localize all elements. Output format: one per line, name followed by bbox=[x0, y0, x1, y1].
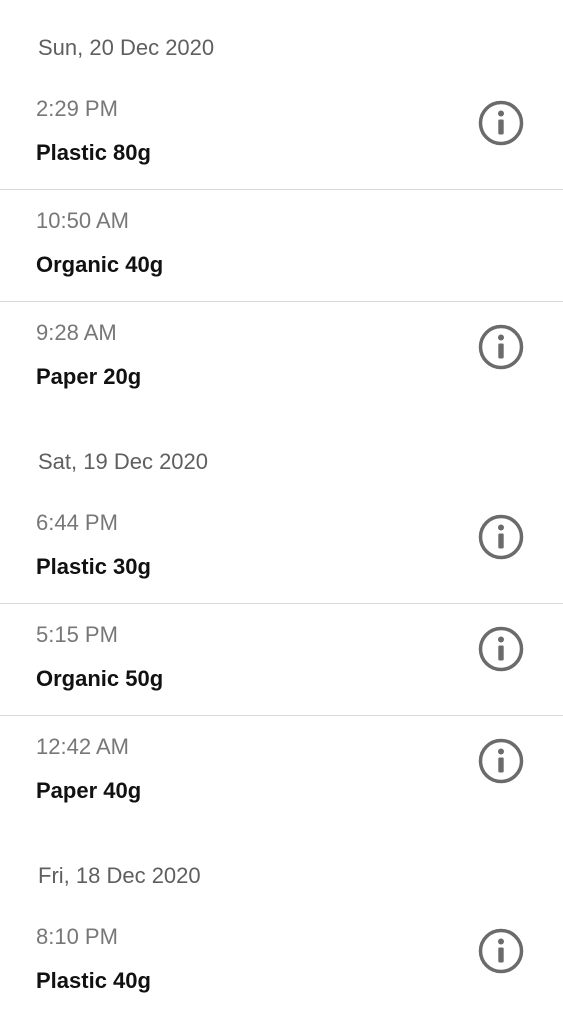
date-header: Fri, 18 Dec 2020 bbox=[38, 863, 201, 888]
entry-label: Organic 50g bbox=[36, 666, 164, 691]
date-header: Sun, 20 Dec 2020 bbox=[38, 35, 215, 60]
entry-time: 6:44 PM bbox=[36, 510, 118, 535]
list-item[interactable]: 12:42 AM Paper 40g bbox=[0, 716, 563, 828]
list-item[interactable]: 10:50 AM Organic 40g bbox=[0, 190, 563, 302]
list-item[interactable]: 9:28 AM Paper 20g bbox=[0, 302, 563, 414]
entry-label: Plastic 80g bbox=[36, 140, 151, 165]
info-icon[interactable] bbox=[478, 514, 524, 560]
list-item[interactable]: 2:29 PM Plastic 80g bbox=[0, 78, 563, 190]
date-header: Sat, 19 Dec 2020 bbox=[38, 449, 209, 474]
entry-label: Plastic 30g bbox=[36, 554, 151, 579]
info-icon[interactable] bbox=[478, 738, 524, 784]
list-item[interactable]: 8:10 PM Plastic 40g bbox=[0, 906, 563, 1018]
entry-time: 10:50 AM bbox=[36, 208, 129, 233]
entry-label: Organic 40g bbox=[36, 252, 164, 277]
entry-time: 9:28 AM bbox=[36, 320, 117, 345]
entry-label: Plastic 40g bbox=[36, 968, 151, 993]
info-icon[interactable] bbox=[478, 324, 524, 370]
entry-label: Paper 20g bbox=[36, 364, 142, 389]
entry-time: 8:10 PM bbox=[36, 924, 118, 949]
entry-time: 5:15 PM bbox=[36, 622, 118, 647]
list-item[interactable]: 6:44 PM Plastic 30g bbox=[0, 492, 563, 604]
list-item[interactable]: 5:15 PM Organic 50g bbox=[0, 604, 563, 716]
info-icon[interactable] bbox=[478, 100, 524, 146]
info-icon[interactable] bbox=[478, 928, 524, 974]
entry-time: 2:29 PM bbox=[36, 96, 118, 121]
entry-label: Paper 40g bbox=[36, 778, 142, 803]
info-icon[interactable] bbox=[478, 626, 524, 672]
entry-time: 12:42 AM bbox=[36, 734, 129, 759]
history-list: Sun, 20 Dec 2020 2:29 PM Plastic 80g 10:… bbox=[0, 0, 563, 1018]
